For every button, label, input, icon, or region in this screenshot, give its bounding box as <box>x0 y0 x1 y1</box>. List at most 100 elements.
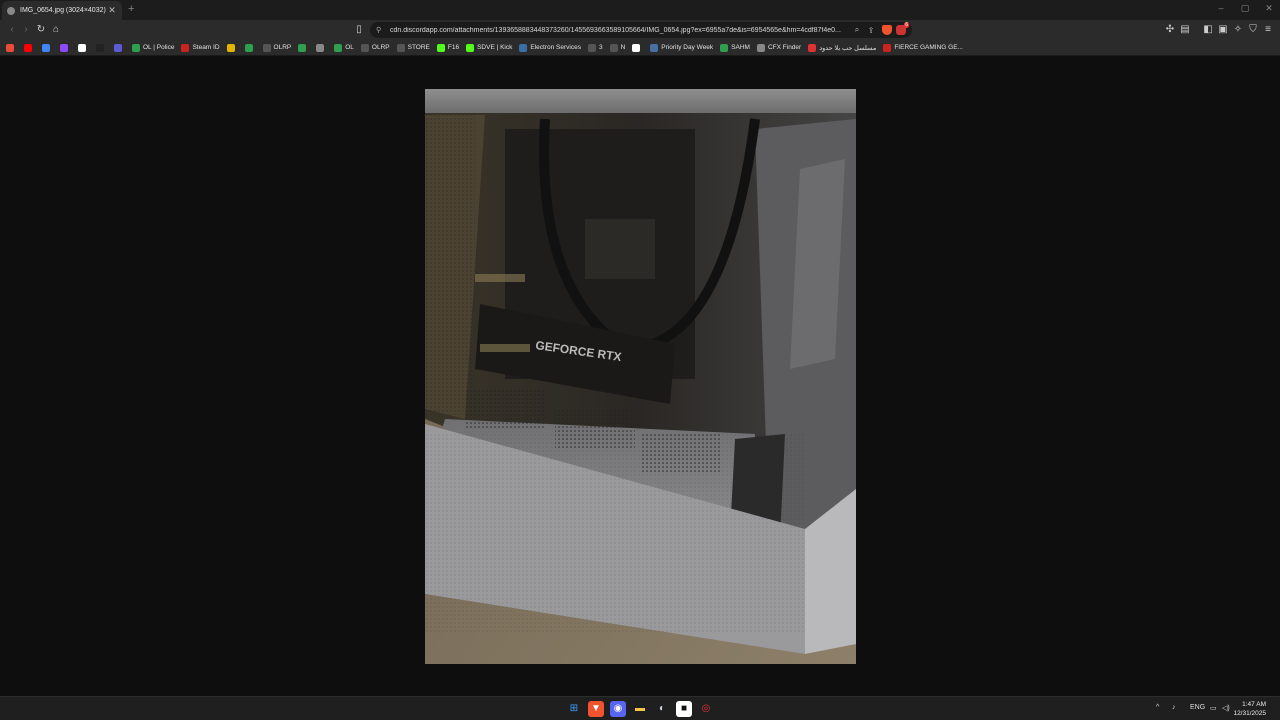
bookmark-item[interactable] <box>24 43 35 52</box>
bookmark-favicon-icon <box>262 43 271 52</box>
clock[interactable]: 1:47 AM 12/31/2025 <box>1233 700 1266 718</box>
volume-icon[interactable]: ◁) <box>1222 704 1230 712</box>
bookmark-item[interactable]: SDVE | Kick <box>466 43 512 52</box>
new-tab-button[interactable]: + <box>128 3 134 15</box>
forward-arrow-icon[interactable]: › <box>20 24 32 36</box>
bookmark-item[interactable] <box>226 43 238 52</box>
bookmark-favicon-icon <box>436 43 445 52</box>
pc-case-photo-drawing: GEFORCE RTX <box>425 89 856 664</box>
bookmark-item[interactable] <box>42 43 53 52</box>
bookmark-item[interactable]: OL | Police <box>132 43 175 52</box>
bookmark-item[interactable]: STORE <box>396 43 430 52</box>
bookmark-favicon-icon <box>316 43 325 52</box>
bookmark-item[interactable]: مسلسل حب بلا حدود <box>808 43 877 52</box>
bookmark-item[interactable]: CFX Finder <box>756 43 802 52</box>
bookmark-item[interactable]: OL <box>334 43 354 52</box>
home-icon[interactable]: ⌂ <box>50 24 62 36</box>
bookmark-label: مسلسل حب بلا حدود <box>819 44 877 52</box>
tab-strip: IMG_0654.jpg (3024×4032) ✕ + – ▢ ✕ <box>0 0 1280 20</box>
bookmark-item[interactable] <box>298 43 309 52</box>
site-info-icon[interactable]: ⚲ <box>376 26 386 34</box>
bookmark-favicon-icon <box>519 43 528 52</box>
bookmark-item[interactable] <box>60 43 71 52</box>
bookmark-favicon-icon <box>78 43 86 52</box>
hamburger-menu-icon[interactable]: ≡ <box>1262 24 1274 36</box>
vpn-shield-icon[interactable]: ⛉ <box>1247 24 1259 36</box>
maximize-button[interactable]: ▢ <box>1234 3 1256 14</box>
language-indicator[interactable]: ENG <box>1190 704 1205 711</box>
bookmark-item[interactable]: FIERCE GAMING GE... <box>883 43 963 52</box>
bookmark-item[interactable]: OLRP <box>262 43 292 52</box>
wallet-icon[interactable]: ▣ <box>1217 24 1229 36</box>
bookmark-item[interactable]: F16 <box>436 43 460 52</box>
bookmark-item[interactable]: OLRP <box>360 43 390 52</box>
close-window-button[interactable]: ✕ <box>1258 3 1280 14</box>
microphone-icon[interactable]: ♪ <box>1172 704 1176 711</box>
bookmark-icon[interactable]: ▯ <box>353 24 365 36</box>
reload-icon[interactable]: ↻ <box>35 24 47 36</box>
bookmark-favicon-icon <box>6 43 14 52</box>
bookmark-label: CFX Finder <box>767 44 802 51</box>
bookmark-label: FIERCE GAMING GE... <box>894 44 963 51</box>
bookmark-label: OL <box>345 44 354 51</box>
rewards-badge: 6 <box>904 22 909 28</box>
tab-favicon-icon <box>7 6 15 15</box>
bookmark-favicon-icon <box>132 43 140 52</box>
bookmark-favicon-icon <box>244 43 253 52</box>
show-hidden-icons-icon[interactable]: ^ <box>1156 704 1159 711</box>
share-icon[interactable]: ⇪ <box>864 26 878 35</box>
extensions-icon[interactable]: ✣ <box>1164 24 1176 36</box>
leo-ai-icon[interactable]: ✧ <box>1232 24 1244 36</box>
sidebar-icon[interactable]: ◧ <box>1202 24 1214 36</box>
start-menu-icon[interactable]: ⊞ <box>566 701 582 717</box>
address-bar[interactable]: ⚲ cdn.discordapp.com/attachments/1393658… <box>370 22 912 38</box>
discord-icon[interactable]: ◉ <box>610 701 626 717</box>
bookmark-label: Steam ID <box>192 44 220 51</box>
brave-browser-icon[interactable]: ▼ <box>588 701 604 717</box>
zoom-icon[interactable]: ⌕ <box>850 25 864 35</box>
app-icon[interactable]: ■ <box>676 701 692 717</box>
file-explorer-icon[interactable]: ▬ <box>632 701 648 717</box>
steam-icon[interactable]: ◐ <box>654 701 670 717</box>
tab-close-icon[interactable]: ✕ <box>107 5 117 16</box>
bookmark-favicon-icon <box>96 43 104 52</box>
bookmark-favicon-icon <box>24 43 32 52</box>
bookmark-favicon-icon <box>883 43 892 52</box>
bookmark-label: OL | Police <box>143 44 175 51</box>
taskbar: ⊞ ▼ ◉ ▬ ◐ ■ ◎ ^ ♪ ENG ▭ ◁) 1:47 AM 12/31… <box>0 696 1280 720</box>
bookmark-label: F16 <box>447 44 460 51</box>
bookmark-favicon-icon <box>334 43 343 52</box>
bookmark-item[interactable] <box>316 43 327 52</box>
chrome-dev-icon[interactable]: ◎ <box>698 701 714 717</box>
bookmark-favicon-icon <box>42 43 50 52</box>
network-icon[interactable]: ▭ <box>1210 704 1217 712</box>
pc-case-photo: GEFORCE RTX <box>425 89 856 664</box>
bookmark-item[interactable]: 3 <box>587 43 603 52</box>
back-arrow-icon[interactable]: ‹ <box>6 24 18 36</box>
bookmark-label: Electron Services <box>530 44 581 51</box>
tab-active[interactable]: IMG_0654.jpg (3024×4032) ✕ <box>2 1 122 20</box>
bookmark-item[interactable]: SAHM <box>720 43 750 52</box>
bookmark-label: OLRP <box>273 44 292 51</box>
reading-mode-icon[interactable]: ▤ <box>1179 24 1191 36</box>
brave-rewards-icon[interactable]: 6 <box>896 22 909 35</box>
bookmark-label: 3 <box>598 44 603 51</box>
bookmark-item[interactable] <box>78 43 89 52</box>
bookmark-label: OLRP <box>371 44 390 51</box>
bookmark-item[interactable]: Steam ID <box>181 43 220 52</box>
bookmark-favicon-icon <box>632 43 641 52</box>
bookmark-item[interactable] <box>6 43 17 52</box>
bookmark-label: Priority Day Week <box>661 44 714 51</box>
brave-shields-icon[interactable] <box>882 25 892 35</box>
bookmark-item[interactable]: Electron Services <box>519 43 581 52</box>
bookmark-item[interactable]: N <box>609 43 625 52</box>
bookmark-label: SAHM <box>731 44 750 51</box>
bookmark-favicon-icon <box>587 43 596 52</box>
minimize-button[interactable]: – <box>1210 3 1232 13</box>
bookmark-item[interactable]: Priority Day Week <box>650 43 714 52</box>
bookmark-item[interactable] <box>632 43 643 52</box>
bookmark-item[interactable] <box>244 43 256 52</box>
bookmark-item[interactable] <box>114 43 125 52</box>
bookmark-item[interactable] <box>96 43 107 52</box>
url-text[interactable]: cdn.discordapp.com/attachments/139365888… <box>390 27 850 34</box>
